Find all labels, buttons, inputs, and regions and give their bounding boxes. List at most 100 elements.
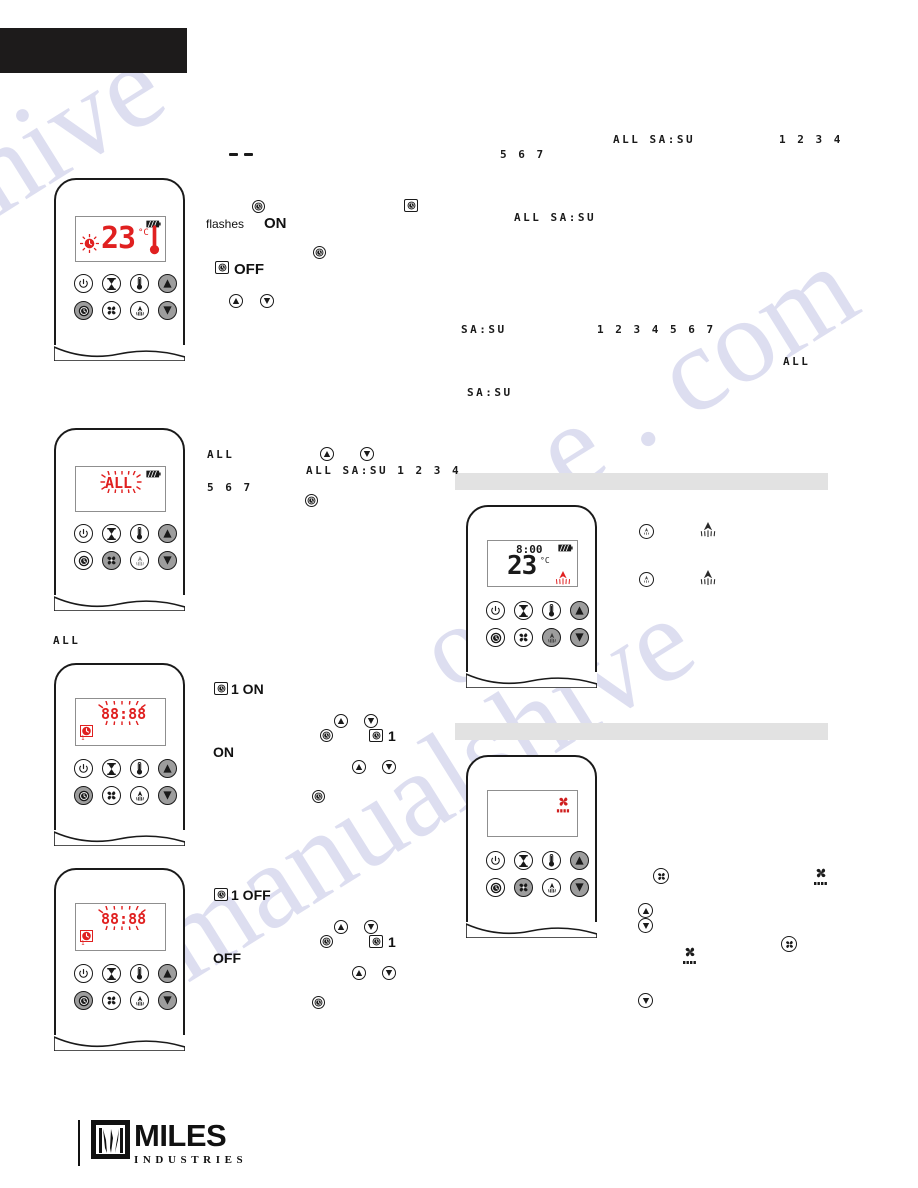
clock-button[interactable]	[74, 551, 93, 570]
clock-button[interactable]	[74, 301, 93, 320]
button-row-2[interactable]	[486, 628, 589, 647]
thermometer-button[interactable]	[130, 524, 149, 543]
button-row-1[interactable]	[486, 851, 589, 870]
clock-button[interactable]	[74, 786, 93, 805]
torn-edge	[466, 922, 597, 938]
flame-button[interactable]	[542, 878, 561, 897]
dash-marks	[229, 153, 253, 156]
flame-icon	[639, 524, 654, 539]
remote-temperature[interactable]: 23 °C	[54, 178, 185, 361]
flame-icon	[639, 572, 654, 587]
power-button[interactable]	[74, 274, 93, 293]
button-row-1[interactable]	[74, 759, 177, 778]
fan-button[interactable]	[102, 301, 121, 320]
down-arrow-icon	[260, 294, 274, 308]
up-arrow-icon	[334, 920, 348, 934]
label-num-1-a: 1	[388, 728, 396, 744]
button-row-2[interactable]	[74, 301, 177, 320]
down-arrow-button[interactable]	[158, 991, 177, 1010]
up-arrow-icon	[320, 447, 334, 461]
lcd-label-all-3: ALL	[207, 448, 235, 461]
temperature-unit: °C	[138, 228, 149, 238]
power-button[interactable]	[74, 759, 93, 778]
button-row-1[interactable]	[74, 274, 177, 293]
remote-fan[interactable]	[466, 755, 597, 938]
timer-badge-number: 1	[81, 735, 85, 742]
timer-hourglass-button[interactable]	[514, 601, 533, 620]
timer-icon	[313, 246, 326, 259]
timer-hourglass-button[interactable]	[102, 524, 121, 543]
down-arrow-icon	[360, 447, 374, 461]
fan-icon	[681, 945, 699, 965]
down-arrow-button[interactable]	[158, 786, 177, 805]
up-arrow-icon	[334, 714, 348, 728]
logo-wordmark: MILES	[134, 1118, 227, 1153]
up-arrow-button[interactable]	[570, 851, 589, 870]
fan-button[interactable]	[514, 878, 533, 897]
timer-hourglass-button[interactable]	[102, 964, 121, 983]
torn-edge	[466, 672, 597, 688]
power-button[interactable]	[74, 964, 93, 983]
clock-button[interactable]	[486, 878, 505, 897]
button-row-2[interactable]	[74, 786, 177, 805]
clock-button[interactable]	[486, 628, 505, 647]
lcd-label-all-2: ALL	[783, 355, 811, 368]
flame-button[interactable]	[542, 628, 561, 647]
remote-all-day[interactable]: ALL	[54, 428, 185, 611]
thermometer-button[interactable]	[542, 601, 561, 620]
logo-divider	[78, 1120, 80, 1166]
brand-logo: MILES INDUSTRIES	[78, 1120, 247, 1166]
thermometer-button[interactable]	[130, 964, 149, 983]
timer-icon	[320, 729, 333, 742]
button-row-2[interactable]	[74, 991, 177, 1010]
timer-hourglass-button[interactable]	[514, 851, 533, 870]
button-row-1[interactable]	[486, 601, 589, 620]
flame-button[interactable]	[130, 991, 149, 1010]
flame-button[interactable]	[130, 551, 149, 570]
up-arrow-button[interactable]	[158, 964, 177, 983]
thermometer-button[interactable]	[130, 274, 149, 293]
timer-hourglass-button[interactable]	[102, 759, 121, 778]
fan-button[interactable]	[514, 628, 533, 647]
flame-icon	[555, 570, 571, 585]
down-arrow-button[interactable]	[158, 301, 177, 320]
timer-icon	[252, 200, 265, 213]
fan-button[interactable]	[102, 551, 121, 570]
lcd-label-1234: 1 2 3 4	[779, 133, 843, 146]
thermometer-button[interactable]	[130, 759, 149, 778]
button-row-1[interactable]	[74, 964, 177, 983]
up-arrow-button[interactable]	[158, 274, 177, 293]
timer-icon	[369, 729, 383, 742]
section-header-flame	[455, 473, 828, 490]
remote-timer-off[interactable]: 88:88 1	[54, 868, 185, 1051]
logo-mark-icon	[91, 1120, 130, 1159]
label-off: OFF	[234, 261, 264, 278]
fan-button[interactable]	[102, 786, 121, 805]
timer-icon	[214, 888, 228, 901]
remote-timer-on[interactable]: 88:88 1	[54, 663, 185, 846]
down-arrow-button[interactable]	[158, 551, 177, 570]
flame-button[interactable]	[130, 301, 149, 320]
down-arrow-button[interactable]	[570, 628, 589, 647]
down-arrow-icon	[364, 920, 378, 934]
lcd-display: 88:88 1	[75, 903, 166, 951]
fan-button[interactable]	[102, 991, 121, 1010]
button-row-2[interactable]	[74, 551, 177, 570]
clock-button[interactable]	[74, 991, 93, 1010]
down-arrow-button[interactable]	[570, 878, 589, 897]
up-arrow-button[interactable]	[570, 601, 589, 620]
power-button[interactable]	[486, 851, 505, 870]
thermometer-button[interactable]	[542, 851, 561, 870]
timer-icon	[404, 199, 418, 212]
flame-button[interactable]	[130, 786, 149, 805]
remote-flame[interactable]: 8:00 23 °C	[466, 505, 597, 688]
button-row-1[interactable]	[74, 524, 177, 543]
power-button[interactable]	[486, 601, 505, 620]
lcd-label-all-4: ALL	[53, 634, 81, 647]
up-arrow-button[interactable]	[158, 759, 177, 778]
power-button[interactable]	[74, 524, 93, 543]
button-row-2[interactable]	[486, 878, 589, 897]
timer-hourglass-button[interactable]	[102, 274, 121, 293]
up-arrow-button[interactable]	[158, 524, 177, 543]
lcd-display: ALL	[75, 466, 166, 512]
